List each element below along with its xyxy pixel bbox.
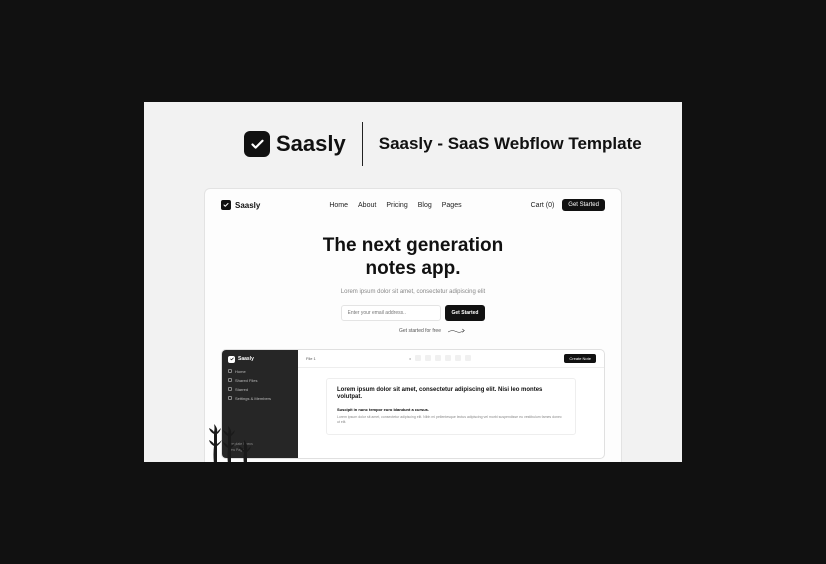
toolbar-tool-icon[interactable] <box>455 355 461 361</box>
brand-name: Saasly <box>276 131 346 157</box>
doc-title: Lorem ipsum dolor sit amet, consectetur … <box>337 387 565 403</box>
site-nav: Saasly Home About Pricing Blog Pages Car… <box>221 199 605 211</box>
doc-body: Lorem ipsum dolor sit amet, consectetur … <box>337 415 565 426</box>
get-started-button[interactable]: Get Started <box>445 305 486 321</box>
nav-cart[interactable]: Cart (0) <box>531 202 555 209</box>
nav-brand: Saasly <box>235 201 260 210</box>
toolbar-tool-icon[interactable] <box>445 355 451 361</box>
nav-cta-button[interactable]: Get Started <box>562 199 605 211</box>
brand-logo: Saasly <box>244 131 346 157</box>
app-brand: Saasly <box>238 356 254 362</box>
divider <box>362 122 363 166</box>
nav-link-pages[interactable]: Pages <box>442 202 462 209</box>
document: Lorem ipsum dolor sit amet, consectetur … <box>326 378 576 435</box>
hero-title-line2: notes app. <box>221 258 605 281</box>
template-preview: Saasly Home About Pricing Blog Pages Car… <box>204 188 622 462</box>
toolbar-file-label[interactable]: File 1 <box>306 356 316 361</box>
hero-subtitle: Lorem ipsum dolor sit amet, consectetur … <box>221 289 605 295</box>
create-note-button[interactable]: Create Note <box>564 354 596 363</box>
nav-link-blog[interactable]: Blog <box>418 202 432 209</box>
nav-link-about[interactable]: About <box>358 202 376 209</box>
free-label: Get started for free <box>399 328 441 334</box>
hero-title-line1: The next generation <box>221 235 605 258</box>
app-screenshot: Saasly Home Shared Files Starred Setting… <box>221 349 605 459</box>
nav-link-home[interactable]: Home <box>329 202 348 209</box>
arrow-icon <box>447 327 467 335</box>
check-icon <box>221 200 231 210</box>
check-icon <box>244 131 270 157</box>
toolbar-tool-icon[interactable] <box>425 355 431 361</box>
nav-logo[interactable]: Saasly <box>221 200 260 210</box>
doc-subtitle: Suscipit in nunc tempor euro blandunt a … <box>337 407 565 412</box>
sidebar-item-shared[interactable]: Shared Files <box>228 378 292 383</box>
nav-link-pricing[interactable]: Pricing <box>386 202 407 209</box>
sidebar-item-settings[interactable]: Settings & Members <box>228 396 292 401</box>
page-title: Saasly - SaaS Webflow Template <box>379 133 642 155</box>
toolbar-tool-icon[interactable] <box>415 355 421 361</box>
check-icon <box>228 356 235 363</box>
toolbar-tool-icon[interactable] <box>435 355 441 361</box>
plant-decoration-icon <box>204 414 264 462</box>
sidebar-item-home[interactable]: Home <box>228 369 292 374</box>
email-field[interactable] <box>341 305 441 321</box>
toolbar-tool-icon[interactable] <box>465 355 471 361</box>
sidebar-item-starred[interactable]: Starred <box>228 387 292 392</box>
